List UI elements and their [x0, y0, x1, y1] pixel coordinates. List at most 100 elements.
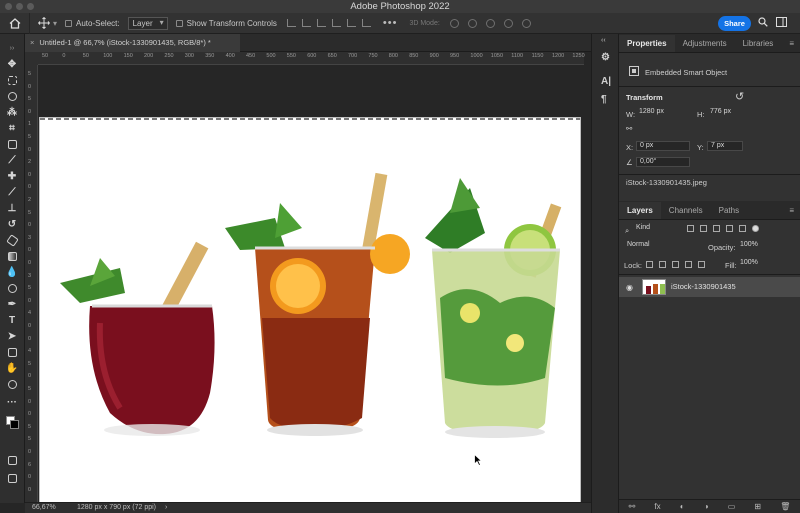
gradient-tool-icon[interactable] — [5, 250, 19, 262]
document-info[interactable]: 1280 px x 790 px (72 ppi) — [77, 503, 156, 513]
healing-brush-tool-icon[interactable]: ✚ — [5, 170, 19, 182]
adjustment-icon[interactable]: ◑ — [704, 502, 709, 511]
roll-icon[interactable] — [467, 18, 477, 28]
rectangle-tool-icon[interactable] — [5, 346, 19, 358]
adjustment-filter-icon[interactable] — [700, 225, 707, 232]
horizontal-ruler[interactable]: 50 0 50 100 150 200 250 300 350 400 450 500 550 600 65… — [38, 52, 585, 65]
brush-tool-icon[interactable]: ⟋ — [5, 186, 19, 198]
more-options-button[interactable]: ••• — [383, 17, 398, 29]
filter-toggle-icon[interactable] — [752, 225, 759, 232]
tab-libraries[interactable]: Libraries — [735, 35, 782, 52]
tab-channels[interactable]: Channels — [661, 202, 711, 219]
lock-artboard-icon[interactable] — [685, 261, 692, 268]
quick-mask-icon[interactable] — [5, 454, 19, 466]
orbit-icon[interactable] — [449, 18, 459, 28]
status-arrow-icon[interactable]: › — [165, 503, 167, 513]
collapse-toolbox-icon[interactable]: ›› — [5, 42, 19, 54]
background-color-swatch[interactable] — [10, 420, 19, 429]
link-icon[interactable]: ⚯ — [629, 502, 636, 511]
x-field[interactable]: 0 px — [636, 141, 690, 151]
zoom-tool-icon[interactable] — [5, 378, 19, 390]
document-tab[interactable]: × Untitled-1 @ 66,7% (iStock-1330901435, … — [25, 34, 240, 52]
align-left-icon[interactable] — [286, 19, 296, 27]
layer-row[interactable]: ◉ iStock-1330901435 — [619, 277, 800, 297]
eyedropper-tool-icon[interactable]: ⟋ — [5, 154, 19, 166]
transform-controls-checkbox[interactable]: Show Transform Controls — [175, 19, 277, 28]
lock-position-icon[interactable] — [672, 261, 679, 268]
angle-field[interactable]: 0,00° — [636, 157, 690, 167]
align-bottom-icon[interactable] — [361, 19, 371, 27]
dodge-tool-icon[interactable] — [5, 282, 19, 294]
search-icon[interactable] — [758, 17, 768, 27]
eraser-tool-icon[interactable] — [5, 233, 19, 247]
y-field[interactable]: 7 px — [707, 141, 743, 151]
layer-select-value[interactable]: Layer — [127, 16, 168, 30]
crop-tool-icon[interactable]: ⌗ — [5, 122, 19, 134]
new-layer-icon[interactable]: ⊞ — [754, 502, 761, 511]
move-tool-icon[interactable]: ✥ — [5, 58, 19, 70]
layer-select-dropdown[interactable]: Layer — [127, 16, 168, 30]
height-field[interactable]: 776 px — [707, 108, 761, 118]
zoom-level[interactable]: 66,67% — [32, 503, 56, 513]
expand-panels-icon[interactable]: ‹‹ — [601, 37, 606, 44]
lock-transparent-icon[interactable] — [646, 261, 653, 268]
vertical-ruler[interactable]: 5 0 5 0 1 5 0 2 0 0 2 5 0 3 0 0 3 5 0 4 0 0 4 5 0 5 0 0 5 5 0 6 0 0 — [25, 65, 38, 502]
layer-name[interactable]: iStock-1330901435 — [671, 282, 736, 291]
group-icon[interactable]: ▭ — [728, 502, 736, 511]
blend-mode-select[interactable]: Normal — [624, 241, 706, 251]
canvas-area[interactable] — [38, 65, 584, 502]
pixel-filter-icon[interactable] — [687, 225, 694, 232]
slide-icon[interactable] — [503, 18, 513, 28]
align-middle-icon[interactable] — [346, 19, 356, 27]
blur-tool-icon[interactable]: 💧 — [5, 266, 19, 278]
auto-select-checkbox[interactable]: Auto-Select: — [65, 19, 120, 28]
filter-kind-select[interactable]: Kind — [633, 224, 677, 234]
edit-toolbar-icon[interactable]: ··· — [5, 396, 19, 408]
lock-all-icon[interactable] — [698, 261, 705, 268]
path-selection-tool-icon[interactable]: ➤ — [5, 330, 19, 342]
fill-field[interactable]: 100% — [737, 259, 767, 269]
trash-icon[interactable]: 🗑 — [780, 502, 790, 511]
move-tool-icon[interactable]: ▾ — [38, 17, 57, 29]
history-brush-tool-icon[interactable]: ↺ — [5, 218, 19, 230]
type-filter-icon[interactable] — [713, 225, 720, 232]
align-top-icon[interactable] — [331, 19, 341, 27]
magic-wand-tool-icon[interactable]: ⁂ — [5, 106, 19, 118]
character-panel-icon[interactable]: A| — [601, 76, 611, 87]
opacity-field[interactable]: 100% — [737, 241, 767, 251]
history-panel-icon[interactable]: ⚙ — [601, 52, 610, 63]
fx-icon[interactable]: fx — [654, 502, 660, 511]
clone-stamp-tool-icon[interactable]: ⊥ — [5, 202, 19, 214]
reset-transform-icon[interactable]: ↺ — [735, 90, 744, 103]
lock-image-icon[interactable] — [659, 261, 666, 268]
paragraph-panel-icon[interactable]: ¶ — [601, 94, 607, 105]
eye-icon[interactable]: ◉ — [626, 283, 633, 292]
chevron-down-icon[interactable]: ▾ — [53, 19, 57, 28]
mask-icon[interactable]: ◐ — [680, 502, 685, 511]
color-swatches[interactable] — [5, 416, 19, 429]
smart-object-filter-icon[interactable] — [739, 225, 746, 232]
screen-mode-icon[interactable] — [5, 472, 19, 484]
width-field[interactable]: 1280 px — [636, 108, 690, 118]
type-tool-icon[interactable]: T — [5, 314, 19, 326]
pen-tool-icon[interactable]: ✒ — [5, 298, 19, 310]
hand-tool-icon[interactable]: ✋ — [5, 362, 19, 374]
shape-filter-icon[interactable] — [726, 225, 733, 232]
tab-properties[interactable]: Properties — [619, 35, 675, 52]
workspace-icon[interactable] — [776, 17, 787, 27]
panel-menu-icon[interactable]: ≡ — [789, 206, 794, 215]
panel-menu-icon[interactable]: ≡ — [789, 39, 794, 48]
align-right-icon[interactable] — [316, 19, 326, 27]
align-center-icon[interactable] — [301, 19, 311, 27]
tab-layers[interactable]: Layers — [619, 202, 661, 219]
window-controls[interactable] — [5, 3, 34, 10]
link-dimensions-icon[interactable]: ⚯ — [626, 124, 632, 133]
close-icon[interactable]: × — [30, 38, 34, 47]
checkbox-icon[interactable] — [65, 19, 73, 27]
frame-tool-icon[interactable] — [5, 138, 19, 150]
lasso-tool-icon[interactable] — [5, 90, 19, 102]
document-canvas[interactable] — [39, 117, 581, 502]
home-icon[interactable] — [0, 12, 30, 34]
tab-paths[interactable]: Paths — [711, 202, 747, 219]
share-button[interactable]: Share — [718, 16, 751, 31]
